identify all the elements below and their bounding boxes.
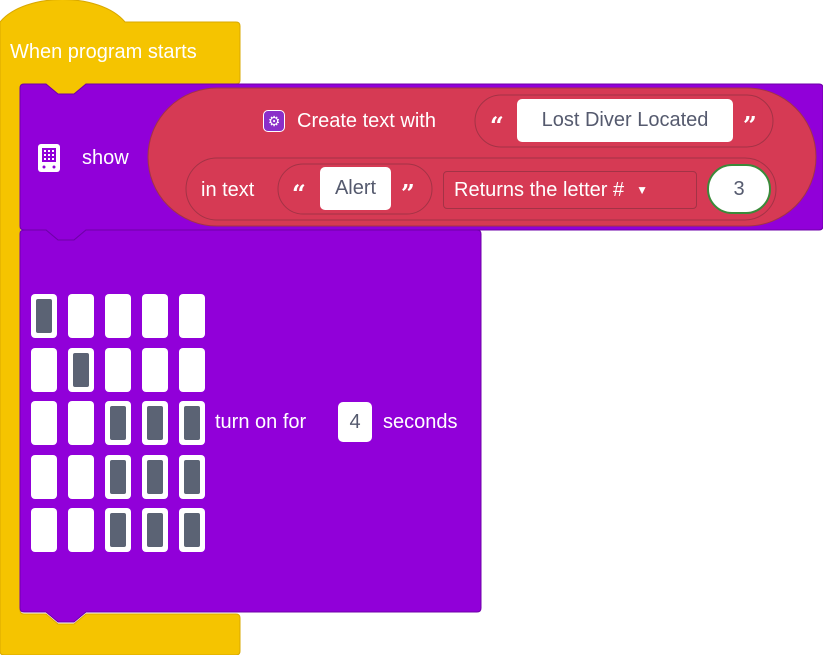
hat-block-label: When program starts	[10, 41, 197, 63]
led-cell-2-1[interactable]	[68, 401, 94, 445]
led-cell-0-4[interactable]	[179, 294, 205, 338]
close-quote-icon: ”	[743, 111, 757, 140]
led-cell-0-1[interactable]	[68, 294, 94, 338]
led-cell-3-1[interactable]	[68, 455, 94, 499]
led-cell-2-3[interactable]	[142, 401, 168, 445]
open-quote-icon: “	[490, 111, 504, 140]
microbit-device-icon	[38, 144, 60, 172]
led-cell-3-0[interactable]	[31, 455, 57, 499]
letter-mode-dropdown[interactable]: Returns the letter # ▼	[443, 171, 697, 209]
led-cell-2-2[interactable]	[105, 401, 131, 445]
led-cell-1-2[interactable]	[105, 348, 131, 392]
led-cell-3-3[interactable]	[142, 455, 168, 499]
chevron-down-icon: ▼	[636, 183, 648, 197]
create-text-value-field[interactable]: Lost Diver Located	[517, 99, 733, 142]
led-cell-1-1[interactable]	[68, 348, 94, 392]
gear-icon[interactable]: ⚙	[263, 110, 285, 132]
create-text-label: Create text with	[297, 110, 436, 132]
alert-text-field[interactable]: Alert	[320, 167, 391, 210]
led-cell-4-0[interactable]	[31, 508, 57, 552]
letter-mode-value: Returns the letter #	[454, 178, 625, 201]
led-cell-2-4[interactable]	[179, 401, 205, 445]
led-cell-0-3[interactable]	[142, 294, 168, 338]
seconds-label: seconds	[383, 411, 458, 433]
in-text-label: in text	[201, 179, 255, 201]
led-cell-4-4[interactable]	[179, 508, 205, 552]
close-quote-icon: ”	[401, 179, 415, 208]
led-cell-4-2[interactable]	[105, 508, 131, 552]
letter-index-field[interactable]: 3	[707, 164, 771, 214]
led-cell-3-2[interactable]	[105, 455, 131, 499]
show-block-label: show	[82, 147, 129, 169]
open-quote-icon: “	[292, 179, 306, 208]
led-cell-2-0[interactable]	[31, 401, 57, 445]
duration-field[interactable]: 4	[338, 402, 372, 442]
led-cell-0-2[interactable]	[105, 294, 131, 338]
led-cell-0-0[interactable]	[31, 294, 57, 338]
led-cell-1-0[interactable]	[31, 348, 57, 392]
led-cell-1-4[interactable]	[179, 348, 205, 392]
led-cell-3-4[interactable]	[179, 455, 205, 499]
led-cell-4-1[interactable]	[68, 508, 94, 552]
led-cell-4-3[interactable]	[142, 508, 168, 552]
turn-on-label: turn on for	[215, 411, 307, 433]
led-cell-1-3[interactable]	[142, 348, 168, 392]
